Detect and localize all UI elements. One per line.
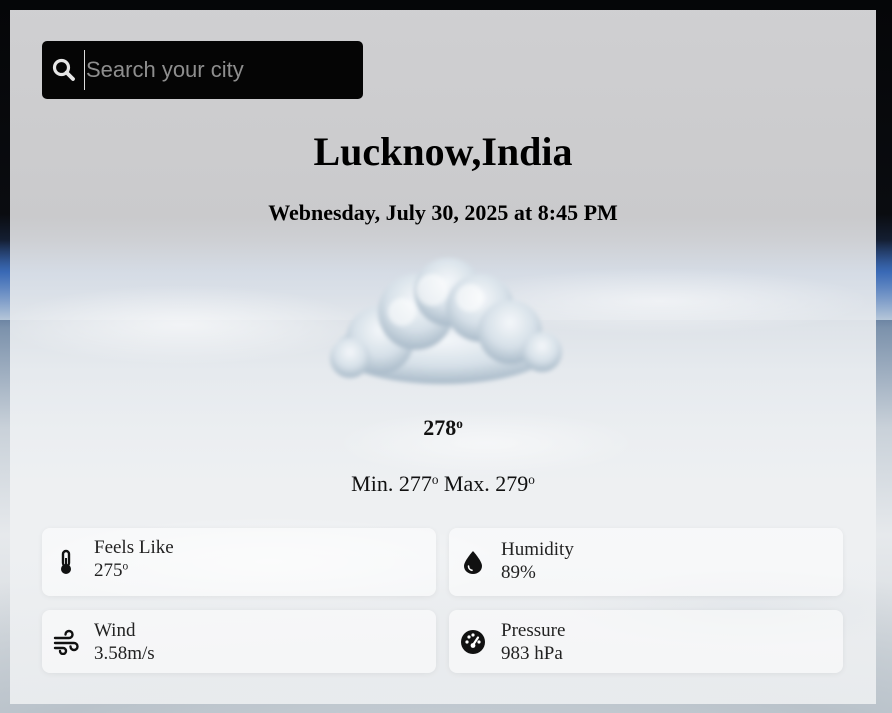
max-label: Max. bbox=[443, 471, 490, 496]
pressure-label: Pressure bbox=[501, 619, 566, 641]
min-label: Min. bbox=[351, 471, 394, 496]
water-drop-icon bbox=[460, 549, 486, 575]
thermometer-icon bbox=[53, 549, 79, 575]
degree-symbol: o bbox=[122, 560, 129, 573]
humidity-label: Humidity bbox=[501, 539, 574, 560]
city-name: Lucknow,India bbox=[313, 129, 573, 174]
wind-icon bbox=[53, 629, 79, 655]
degree-symbol: o bbox=[431, 471, 439, 487]
feels-like-value: 275o bbox=[94, 560, 129, 581]
wind-value: 3.58m/s bbox=[94, 642, 155, 664]
temperature-value: 278 bbox=[423, 415, 457, 440]
feels-like-label: Feels Like bbox=[94, 537, 174, 558]
max-value: 279 bbox=[495, 471, 529, 496]
weather-card: Lucknow,India Webnesday, July 30, 2025 a… bbox=[10, 10, 876, 704]
search-icon[interactable] bbox=[52, 58, 76, 82]
pressure-card: Pressure 983 hPa bbox=[449, 610, 843, 673]
gauge-icon bbox=[460, 629, 486, 655]
search-bar[interactable] bbox=[42, 41, 363, 99]
degree-symbol: o bbox=[528, 471, 535, 487]
degree-symbol: o bbox=[456, 415, 463, 431]
min-value: 277 bbox=[398, 471, 432, 496]
search-input[interactable] bbox=[84, 50, 346, 90]
feels-like-card: Feels Like 275o bbox=[42, 528, 436, 596]
humidity-value: 89% bbox=[501, 562, 536, 583]
date-time: Webnesday, July 30, 2025 at 8:45 PM bbox=[268, 200, 618, 225]
cloud-icon bbox=[320, 250, 566, 390]
wind-label: Wind bbox=[94, 619, 136, 641]
wind-card: Wind 3.58m/s bbox=[42, 610, 436, 673]
min-max-temperature: Min. 277o Max. 279o bbox=[10, 471, 876, 497]
humidity-card: Humidity 89% bbox=[449, 528, 843, 596]
pressure-value: 983 hPa bbox=[501, 642, 563, 664]
current-temperature: 278o bbox=[10, 415, 876, 441]
